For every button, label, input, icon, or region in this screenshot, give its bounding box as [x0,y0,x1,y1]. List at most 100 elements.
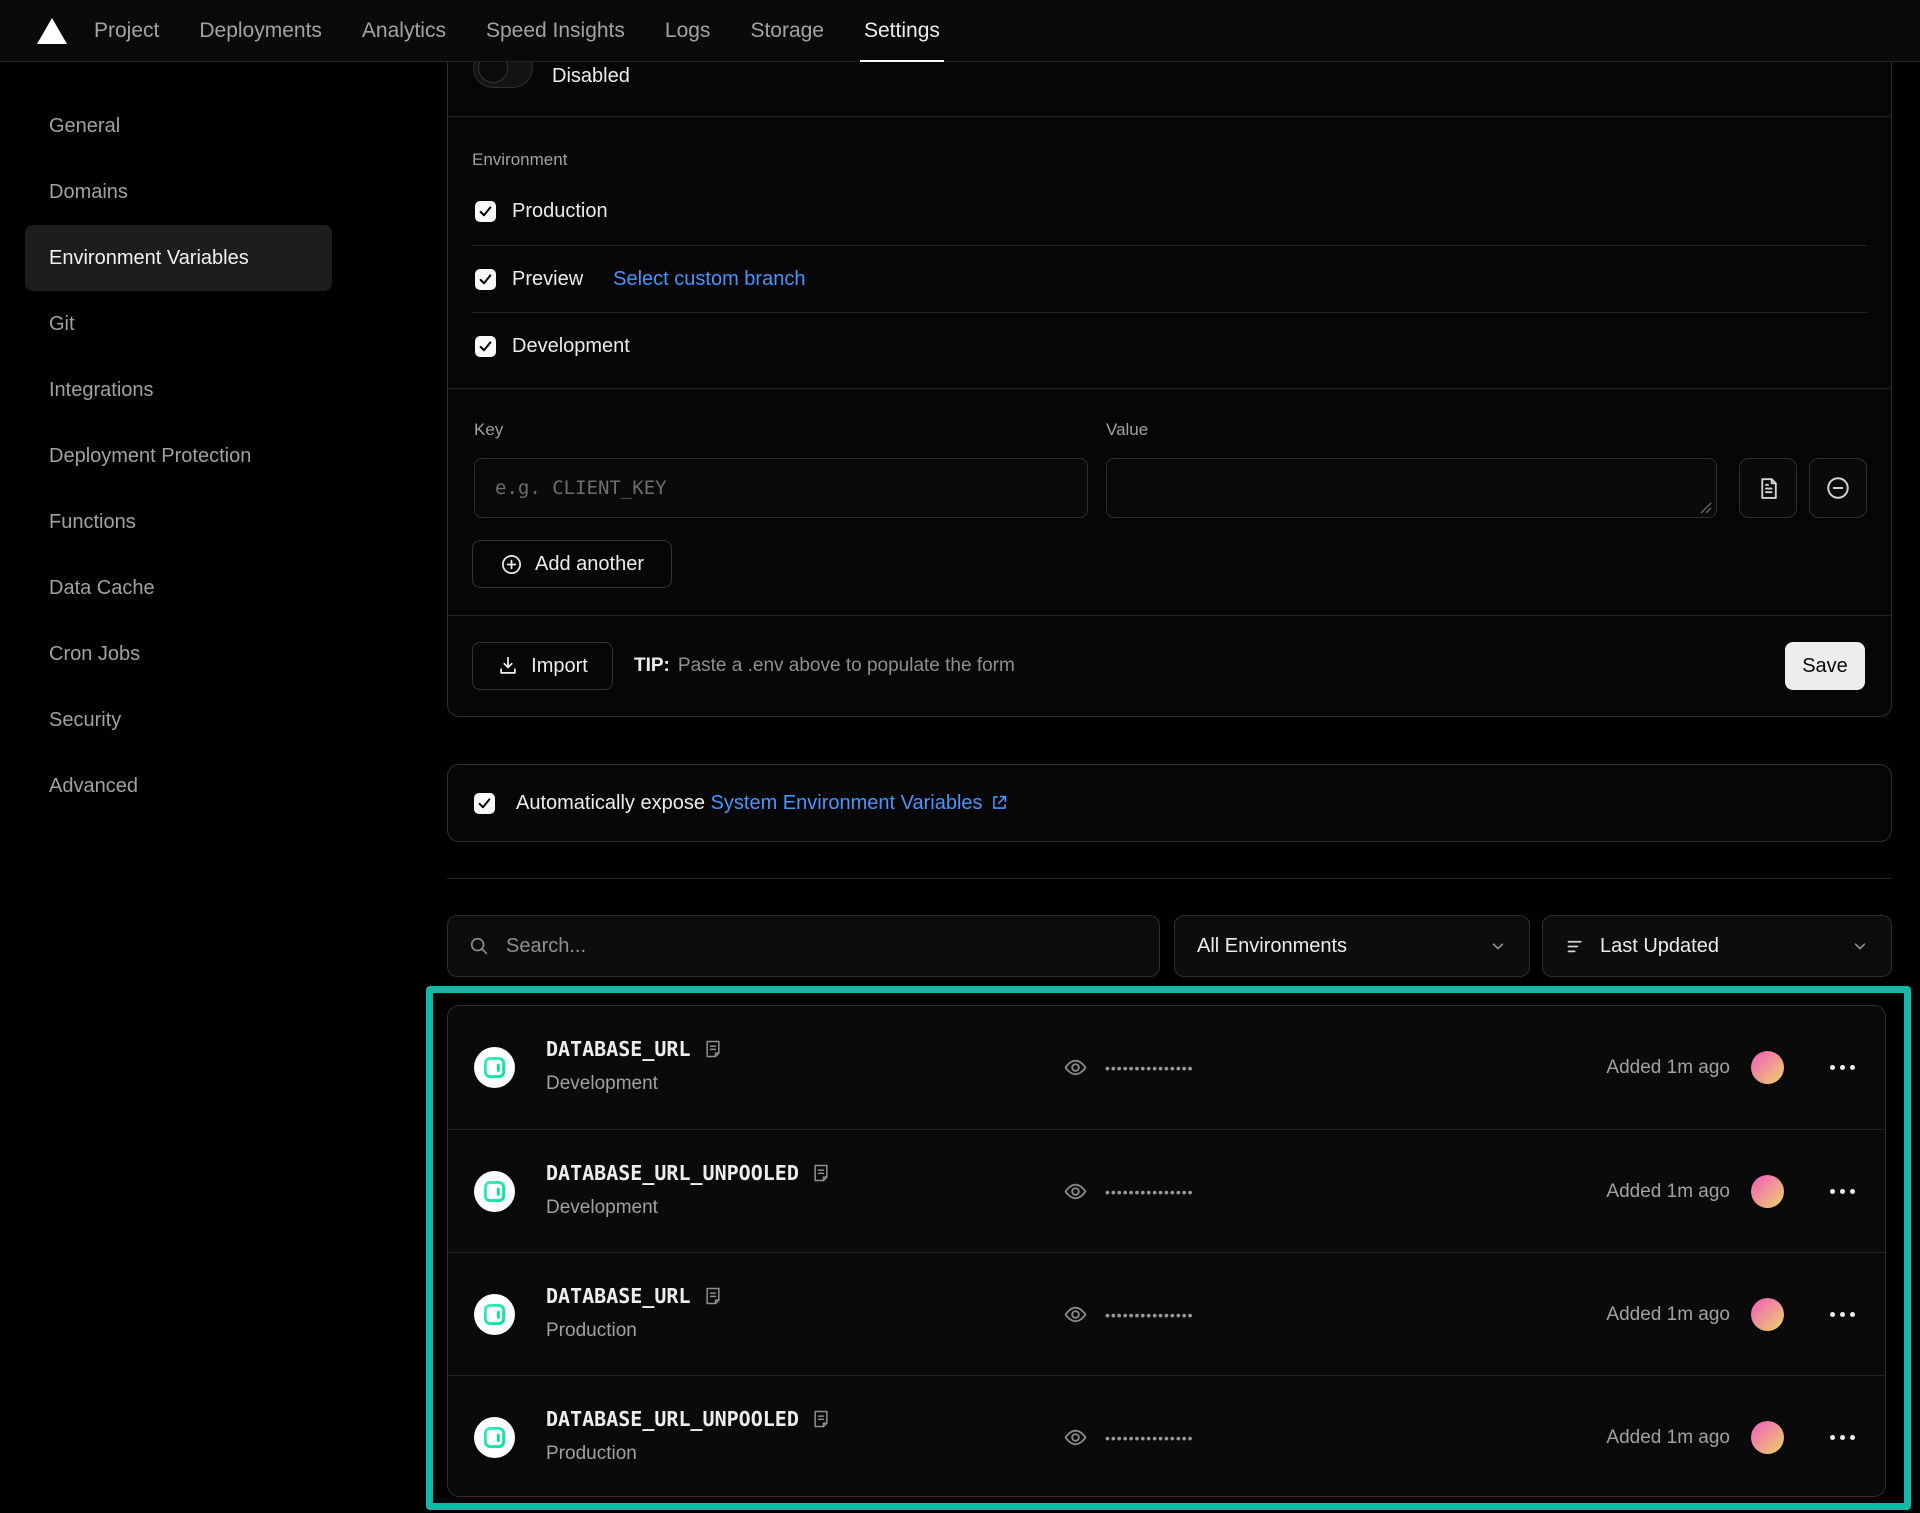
filter-bar: All Environments Last Updated [447,915,1892,977]
tip-text: Paste a .env above to populate the form [678,655,1015,677]
value-field-label: Value [1106,420,1148,440]
sort-dropdown[interactable]: Last Updated [1542,915,1892,977]
checkmark-icon [478,272,493,287]
sidebar-item-domains[interactable]: Domains [25,159,332,225]
environment-row-development: Development [472,312,1867,379]
search-box [447,915,1160,977]
env-variables-list: DATABASE_URL Development •••••••••••••••… [447,1005,1886,1497]
sidebar-item-data-cache[interactable]: Data Cache [25,555,332,621]
environment-checkbox-group: Production Preview Select custom branch … [448,178,1891,379]
env-var-editor-card: Disabled Environment Production Preview … [447,62,1892,717]
development-label: Development [512,335,630,358]
disabled-toggle-label: Disabled [552,65,630,88]
settings-sidebar: General Domains Environment Variables Gi… [25,93,332,819]
avatar[interactable] [1751,1421,1784,1454]
note-file-icon[interactable] [811,1163,831,1183]
neon-integration-icon [474,1294,515,1335]
masked-value: ••••••••••••••• [1105,1253,1194,1376]
avatar[interactable] [1751,1175,1784,1208]
key-input[interactable] [474,458,1088,518]
masked-value: ••••••••••••••• [1105,1376,1194,1499]
env-variable-row: DATABASE_URL_UNPOOLED Production •••••••… [448,1375,1885,1498]
add-another-button[interactable]: Add another [472,540,672,588]
note-file-icon[interactable] [811,1409,831,1429]
production-label: Production [512,200,608,223]
vercel-logo-icon[interactable] [37,18,67,44]
select-custom-branch-link[interactable]: Select custom branch [613,268,805,291]
environment-row-production: Production [448,178,1891,245]
reveal-value-eye-icon[interactable] [1063,1055,1088,1080]
nav-tab-analytics[interactable]: Analytics [362,0,446,62]
value-input[interactable] [1106,458,1717,518]
row-actions-menu-icon[interactable] [1828,1183,1857,1200]
auto-expose-text: Automatically expose System Environment … [516,792,1009,815]
nav-tab-deployments[interactable]: Deployments [199,0,322,62]
row-actions-menu-icon[interactable] [1828,1059,1857,1076]
import-button[interactable]: Import [472,642,613,690]
checkmark-icon [478,339,493,354]
search-input[interactable] [506,935,1139,958]
env-var-key: DATABASE_URL [546,1284,691,1308]
download-icon [497,655,519,677]
masked-value: ••••••••••••••• [1105,1006,1194,1129]
add-another-label: Add another [535,553,644,576]
key-field-label: Key [474,420,503,440]
development-checkbox[interactable] [475,336,496,357]
nav-tab-project[interactable]: Project [94,0,159,62]
environment-filter-value: All Environments [1197,935,1347,958]
minus-circle-icon [1825,475,1851,501]
nav-tab-settings[interactable]: Settings [864,0,940,62]
row-actions-menu-icon[interactable] [1828,1306,1857,1323]
divider [448,615,1891,616]
checkmark-icon [477,796,492,811]
sidebar-item-functions[interactable]: Functions [25,489,332,555]
preview-label: Preview [512,268,583,291]
sidebar-item-git[interactable]: Git [25,291,332,357]
environment-section-label: Environment [472,150,567,170]
tip-prefix: TIP: [634,655,670,677]
avatar[interactable] [1751,1298,1784,1331]
reveal-value-eye-icon[interactable] [1063,1302,1088,1327]
added-timestamp: Added 1m ago [1606,1181,1730,1203]
system-env-variables-link[interactable]: System Environment Variables [711,792,983,814]
env-var-environment: Development [546,1197,658,1219]
production-checkbox[interactable] [475,201,496,222]
sort-lines-icon [1565,936,1586,957]
sidebar-item-deployment-protection[interactable]: Deployment Protection [25,423,332,489]
nav-tab-storage[interactable]: Storage [750,0,824,62]
sidebar-item-environment-variables[interactable]: Environment Variables [25,225,332,291]
avatar[interactable] [1751,1051,1784,1084]
sidebar-item-advanced[interactable]: Advanced [25,753,332,819]
note-file-icon[interactable] [703,1286,723,1306]
row-actions-menu-icon[interactable] [1828,1429,1857,1446]
system-env-card: Automatically expose System Environment … [447,764,1892,842]
environment-row-preview: Preview Select custom branch [472,245,1867,312]
reveal-value-eye-icon[interactable] [1063,1179,1088,1204]
sidebar-item-cron-jobs[interactable]: Cron Jobs [25,621,332,687]
divider [448,116,1891,117]
neon-integration-icon [474,1171,515,1212]
sidebar-item-general[interactable]: General [25,93,332,159]
nav-tab-speed-insights[interactable]: Speed Insights [486,0,625,62]
remove-row-button[interactable] [1809,458,1867,518]
sidebar-item-security[interactable]: Security [25,687,332,753]
neon-integration-icon [474,1047,515,1088]
env-variable-row: DATABASE_URL Development •••••••••••••••… [448,1006,1885,1129]
save-button[interactable]: Save [1785,642,1865,690]
paste-value-button[interactable] [1739,458,1797,518]
environment-filter-dropdown[interactable]: All Environments [1174,915,1530,977]
chevron-down-icon [1851,937,1869,955]
search-icon [468,935,490,957]
nav-tabs: Project Deployments Analytics Speed Insi… [94,0,940,61]
auto-expose-checkbox[interactable] [474,793,495,814]
neon-integration-icon [474,1417,515,1458]
nav-tab-logs[interactable]: Logs [665,0,711,62]
env-var-key: DATABASE_URL_UNPOOLED [546,1407,799,1431]
reveal-value-eye-icon[interactable] [1063,1425,1088,1450]
disabled-toggle-row: Disabled [448,62,1891,116]
sidebar-item-integrations[interactable]: Integrations [25,357,332,423]
added-timestamp: Added 1m ago [1606,1304,1730,1326]
note-file-icon[interactable] [703,1039,723,1059]
env-var-key: DATABASE_URL_UNPOOLED [546,1161,799,1185]
preview-checkbox[interactable] [475,269,496,290]
